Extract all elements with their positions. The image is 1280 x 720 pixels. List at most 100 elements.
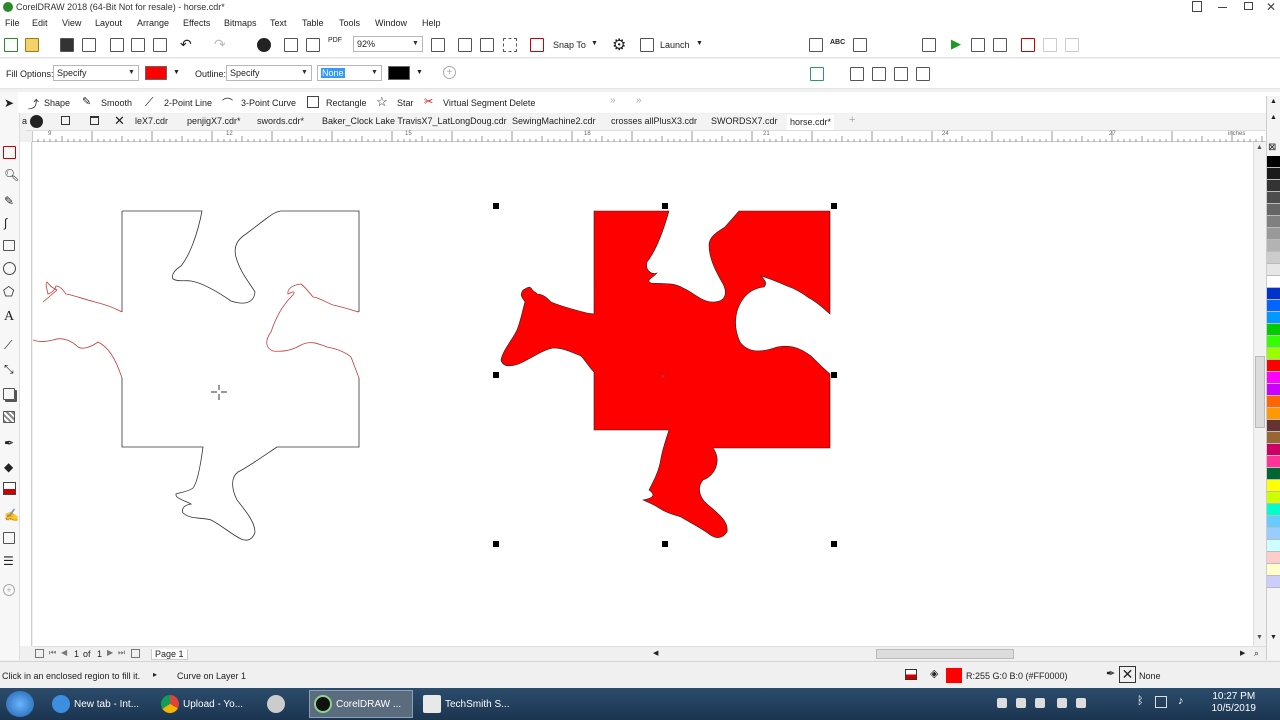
menu-text[interactable]: Text [270, 18, 287, 28]
palette-swatch[interactable] [1267, 192, 1280, 204]
palette-swatch[interactable] [1267, 372, 1280, 384]
menu-view[interactable]: View [62, 18, 81, 28]
eyedropper-tool-icon[interactable]: ✒ [4, 436, 14, 450]
layer-tool-icon[interactable] [3, 532, 15, 544]
interactive-fill-icon[interactable]: ◆ [4, 460, 13, 474]
snap-to-chevron-down-icon[interactable]: ▼ [591, 40, 598, 47]
smooth-flyout-icon[interactable]: ✎ [82, 95, 91, 108]
palette-swatch[interactable] [1267, 504, 1280, 516]
horizontal-scroll-thumb[interactable] [876, 649, 1014, 659]
palette-swatch[interactable] [1267, 216, 1280, 228]
options-gear-icon[interactable]: ⚙ [612, 35, 626, 55]
taskbar-app[interactable] [262, 690, 304, 718]
launch-button[interactable]: Launch [660, 40, 690, 50]
vertical-ruler[interactable] [20, 142, 32, 646]
doc-tab-swordsx7[interactable]: SWORDSX7.cdr [711, 116, 778, 126]
taskbar-ie[interactable]: New tab - Int... [47, 690, 152, 718]
palette-swatch[interactable] [1267, 540, 1280, 552]
more-chevron-icon[interactable]: » [610, 95, 616, 106]
palette-swatch[interactable] [1267, 324, 1280, 336]
palette-swatch[interactable] [1267, 252, 1280, 264]
palette-scroll-down-icon[interactable]: ▼ [1270, 634, 1277, 641]
shape-tool-button[interactable]: Shape [44, 98, 70, 108]
font-list-icon[interactable] [809, 38, 823, 52]
help-icon[interactable] [1192, 1, 1202, 12]
import-icon[interactable] [284, 38, 298, 52]
menu-arrange[interactable]: Arrange [137, 18, 169, 28]
macro-record-icon[interactable] [1021, 38, 1035, 52]
palette-swatch[interactable] [1267, 552, 1280, 564]
rectangle-tool-icon[interactable] [3, 240, 15, 251]
spell-check-icon[interactable]: ABC [830, 39, 845, 46]
hscroll-left-arrow-icon[interactable]: ◀ [653, 649, 658, 657]
freehand-tool-icon[interactable]: ✎ [4, 194, 14, 208]
menu-tools[interactable]: Tools [339, 18, 360, 28]
smart-fill-icon[interactable] [3, 482, 16, 495]
outline-width-select[interactable]: None ▼ [317, 65, 382, 81]
fill-bucket-icon[interactable]: ◈ [930, 667, 938, 680]
drawing-canvas[interactable]: × [33, 142, 1253, 646]
scroll-up-arrow-icon[interactable]: ▲ [1256, 144, 1263, 151]
shadow-tool-icon[interactable] [3, 388, 15, 400]
palette-swatch[interactable] [1267, 264, 1280, 276]
palette-swatch[interactable] [1267, 336, 1280, 348]
palette-swatch[interactable] [1267, 384, 1280, 396]
scroll-down-arrow-icon[interactable]: ▼ [1256, 634, 1263, 641]
virtual-segment-delete-icon[interactable]: ✂ [424, 95, 433, 108]
new-tab-icon[interactable]: + [849, 114, 855, 126]
redo-icon[interactable]: ↷ [214, 36, 226, 53]
palette-swatch[interactable] [1267, 444, 1280, 456]
palette-swatch[interactable] [1267, 396, 1280, 408]
docker-coreldraw-icon[interactable] [30, 115, 43, 128]
palette-swatch[interactable] [1267, 468, 1280, 480]
save-icon[interactable] [60, 38, 74, 52]
menu-effects[interactable]: Effects [183, 18, 210, 28]
ellipse-tool-icon[interactable] [3, 262, 16, 275]
doc-tab-baker-clock[interactable]: Baker_Clock Lake TravisX7_LatLongDoug.cd… [322, 116, 507, 126]
menu-file[interactable]: File [5, 18, 20, 28]
restore-icon[interactable] [1244, 2, 1253, 10]
text-stats-icon[interactable] [853, 38, 867, 52]
star-tool-button[interactable]: Star [397, 98, 414, 108]
zoom-navigator-icon[interactable]: ⌕ [1254, 648, 1259, 659]
color-proof-icon[interactable] [905, 669, 917, 680]
star-icon[interactable]: ☆ [376, 94, 388, 110]
edit-icon[interactable] [971, 38, 985, 52]
add-tool-icon[interactable]: + [3, 584, 15, 596]
play-icon[interactable]: ▶ [951, 36, 961, 52]
shape-intersect-icon[interactable] [916, 67, 930, 81]
align-tool-icon[interactable]: ☰ [3, 554, 14, 568]
doc-tab-swords[interactable]: swords.cdr* [257, 116, 304, 126]
palette-swatch[interactable] [1267, 276, 1280, 288]
page-tab[interactable]: Page 1 [151, 649, 188, 660]
palette-swatch[interactable] [1267, 576, 1280, 588]
transparency-tool-icon[interactable] [3, 411, 15, 423]
outline-color-swatch[interactable] [388, 66, 410, 80]
show-grid-icon[interactable] [480, 38, 494, 52]
shape-weld-icon[interactable] [872, 67, 886, 81]
palette-swatch[interactable] [1267, 408, 1280, 420]
palette-swatch[interactable] [1267, 420, 1280, 432]
open-icon[interactable] [25, 38, 39, 52]
palette-scroll-up-icon-2[interactable]: ▲ [1270, 114, 1277, 121]
macro-pause-icon[interactable] [1065, 38, 1079, 52]
taskbar-coreldraw[interactable]: CorelDRAW ... [309, 690, 413, 718]
close-window-icon[interactable]: ✕ [1266, 0, 1276, 14]
fill-color-swatch[interactable] [145, 66, 167, 80]
interactive-tool-icon[interactable]: ⤡ [4, 362, 14, 377]
outline-select[interactable]: Specify ▼ [226, 65, 312, 81]
palette-swatch[interactable] [1267, 360, 1280, 372]
fill-color-chevron-down-icon[interactable]: ▼ [173, 69, 180, 76]
doc-tab-horse[interactable]: horse.cdr* [787, 115, 835, 130]
docker-close-icon[interactable]: ✕ [114, 113, 125, 129]
add-icon[interactable]: + [443, 66, 456, 79]
hscroll-right-arrow-icon[interactable]: ▶ [1240, 649, 1245, 657]
menu-window[interactable]: Window [375, 18, 407, 28]
undo-icon[interactable]: ↶ [180, 36, 192, 53]
shape-tool-icon[interactable] [3, 146, 16, 159]
start-button-icon[interactable] [6, 691, 34, 717]
snap-off-icon[interactable] [530, 38, 544, 52]
page-options-icon[interactable] [35, 649, 44, 658]
three-point-curve-button[interactable]: 3-Point Curve [241, 98, 296, 108]
rectangle-flyout-icon[interactable] [307, 96, 319, 108]
